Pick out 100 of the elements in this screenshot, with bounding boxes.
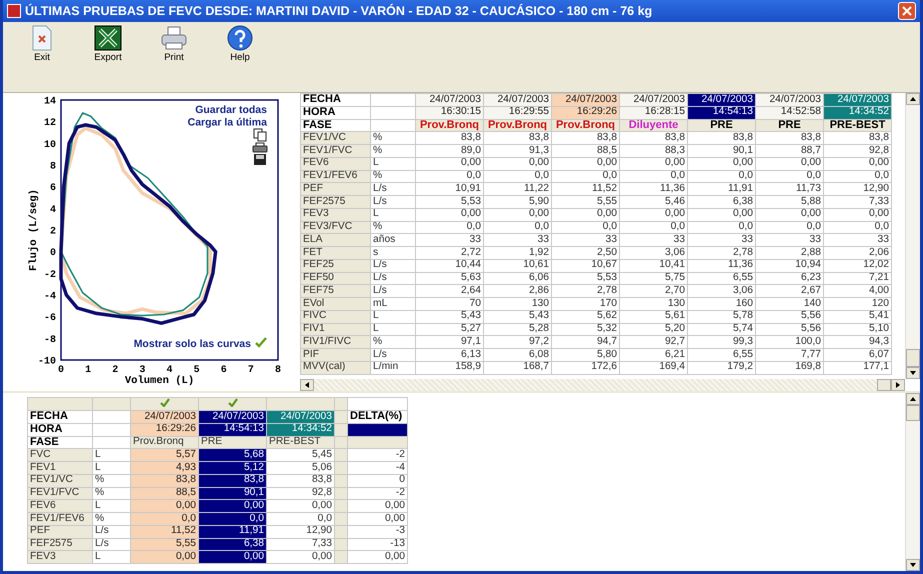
printer-icon[interactable] xyxy=(252,142,268,152)
table-cell: 6,23 xyxy=(756,272,824,285)
scroll-up-button[interactable] xyxy=(906,93,920,105)
row-label: FEV1 xyxy=(28,462,92,474)
table-cell: 169,4 xyxy=(620,361,688,374)
table-cell: 5,27 xyxy=(416,323,484,336)
toolbar-button[interactable]: Export xyxy=(83,25,133,66)
table-cell: 160 xyxy=(688,298,756,310)
date-cell: 24/07/2003 xyxy=(266,410,334,424)
date-cell: 24/07/2003 xyxy=(824,94,892,106)
phase-cell: PRE xyxy=(688,119,756,132)
time-cell: 14:52:58 xyxy=(756,106,824,119)
table-cell: 6,55 xyxy=(688,348,756,362)
scroll-up-button[interactable] xyxy=(906,393,920,405)
row-label: FEV1/FVC xyxy=(28,487,92,500)
link[interactable]: Guardar todas xyxy=(195,104,267,116)
copy-icon[interactable] xyxy=(254,128,266,142)
check-cell[interactable] xyxy=(266,398,334,410)
vertical-scrollbar[interactable] xyxy=(905,393,920,571)
time-cell: 14:54:13 xyxy=(688,106,756,119)
vertical-scrollbar[interactable] xyxy=(905,93,920,379)
table-cell: 158,9 xyxy=(416,361,484,374)
horizontal-scrollbar[interactable] xyxy=(300,379,905,391)
table-cell: 5,56 xyxy=(756,323,824,336)
table-cell: 7,21 xyxy=(824,272,892,285)
table-cell: 0,0 xyxy=(484,221,552,234)
table-cell: 83,8 xyxy=(130,474,198,487)
unit-cell: L xyxy=(370,208,416,221)
table-cell: -2 xyxy=(348,487,408,500)
right-arrow-icon xyxy=(895,381,901,389)
table-cell: 140 xyxy=(756,298,824,310)
table-cell: 5,20 xyxy=(620,323,688,336)
row-header: FASE xyxy=(300,119,370,132)
scroll-down-button[interactable] xyxy=(906,559,920,571)
toggle-label[interactable]: Mostrar solo las curvas xyxy=(134,338,251,350)
link[interactable]: Cargar la última xyxy=(188,116,267,128)
scroll-right-button[interactable] xyxy=(891,379,905,391)
unit-cell: L/s xyxy=(370,196,416,208)
table-cell: 0,0 xyxy=(416,170,484,183)
table-cell: 11,73 xyxy=(756,182,824,196)
table-cell: 0,00 xyxy=(130,500,198,512)
table-cell: 7,33 xyxy=(266,538,334,551)
check-icon[interactable] xyxy=(255,337,267,348)
date-cell: 24/07/2003 xyxy=(756,94,824,106)
table-cell: 0,00 xyxy=(416,208,484,221)
scroll-thumb[interactable] xyxy=(877,379,891,391)
check-cell[interactable] xyxy=(198,398,266,410)
table-cell: 0,00 xyxy=(416,157,484,170)
table-cell: 130 xyxy=(484,298,552,310)
tick-label: 1 xyxy=(85,365,92,376)
table-cell: 0,0 xyxy=(824,221,892,234)
table-cell: 0,0 xyxy=(198,512,266,526)
tick-label: 6 xyxy=(220,365,227,376)
table-cell: 90,1 xyxy=(688,144,756,158)
toolbar-button[interactable]: Exit xyxy=(17,25,67,66)
table-cell: 0,00 xyxy=(130,550,198,564)
row-label: FEV6 xyxy=(300,157,370,170)
phase-cell: Diluyente xyxy=(620,119,688,132)
document-x-icon xyxy=(31,25,53,51)
unit-cell: L/min xyxy=(370,361,416,374)
row-label: FEV3 xyxy=(28,550,92,564)
table-cell: 12,90 xyxy=(266,525,334,538)
scroll-left-button[interactable] xyxy=(300,379,314,391)
table-cell: 83,8 xyxy=(620,132,688,144)
toolbar-button[interactable]: Help xyxy=(215,25,265,66)
phase-cell: Prov.Bronq xyxy=(130,436,198,449)
table-cell: 6,08 xyxy=(484,348,552,362)
table-cell: 83,8 xyxy=(198,474,266,487)
phase-cell: PRE xyxy=(198,436,266,449)
unit-cell: % xyxy=(370,170,416,183)
table-cell: 0,00 xyxy=(552,157,620,170)
toolbar-button[interactable]: Print xyxy=(149,25,199,66)
table-cell: 0,00 xyxy=(824,208,892,221)
scroll-thumb[interactable] xyxy=(906,405,920,421)
scroll-down-button[interactable] xyxy=(906,367,920,379)
table-cell: 92,8 xyxy=(266,487,334,500)
table-cell: 0,00 xyxy=(348,500,408,512)
tick-label: 14 xyxy=(44,96,56,108)
table-cell: 6,21 xyxy=(620,348,688,362)
table-cell: 10,44 xyxy=(416,259,484,272)
row-label: FVC xyxy=(28,448,92,462)
check-icon[interactable] xyxy=(228,398,238,407)
table-cell: 83,8 xyxy=(824,132,892,144)
check-cell[interactable] xyxy=(130,398,198,410)
table-cell: 92,7 xyxy=(620,336,688,348)
check-icon[interactable] xyxy=(160,398,170,407)
table-cell: 130 xyxy=(620,298,688,310)
axis-title: Flujo (L/seg) xyxy=(28,189,40,271)
table-cell: 0,0 xyxy=(484,170,552,183)
table-cell: 6,38 xyxy=(198,538,266,551)
save-icon[interactable] xyxy=(254,154,266,165)
table-cell: 5,78 xyxy=(688,310,756,323)
tick-label: 6 xyxy=(50,183,56,194)
row-label: FIVC xyxy=(300,310,370,323)
close-button[interactable] xyxy=(898,2,916,20)
phase-cell: Prov.Bronq xyxy=(416,119,484,132)
scroll-thumb[interactable] xyxy=(906,349,920,367)
phase-cell: PRE-BEST xyxy=(266,436,334,449)
table-cell: 92,8 xyxy=(824,144,892,158)
table-cell: 5,10 xyxy=(824,323,892,336)
